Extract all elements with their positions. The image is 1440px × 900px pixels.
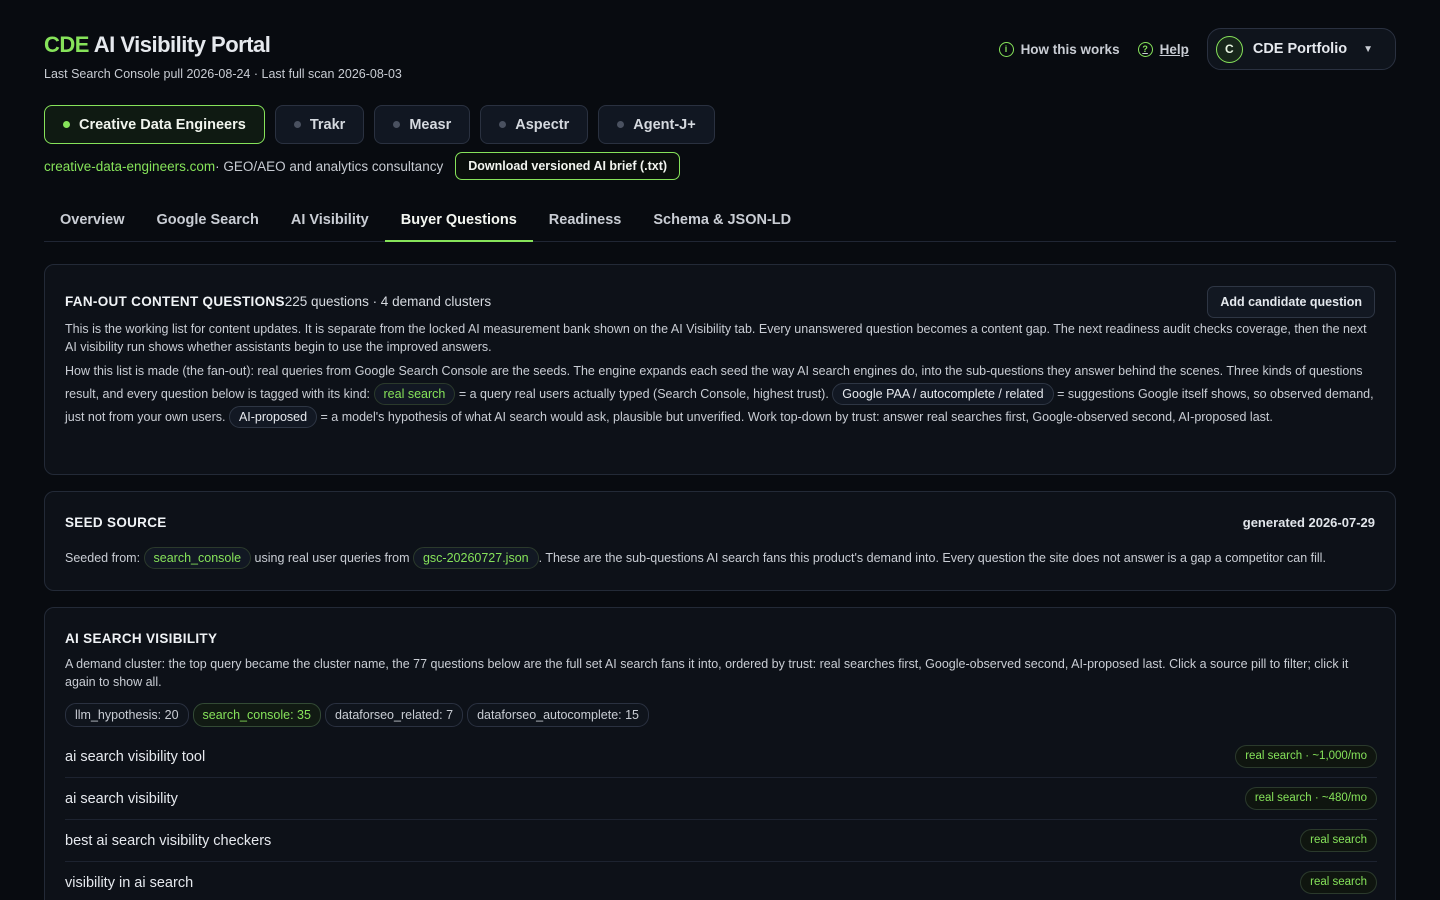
project-label: Measr bbox=[409, 116, 452, 133]
project-trakr[interactable]: Trakr bbox=[274, 105, 365, 144]
question-text: best ai search visibility checkers bbox=[65, 832, 272, 849]
last-sync-status: Last Search Console pull 2026-08-24 · La… bbox=[44, 67, 402, 81]
help-label: Help bbox=[1159, 41, 1189, 57]
question-text: visibility in ai search bbox=[65, 874, 194, 891]
status-dot-icon bbox=[393, 121, 401, 128]
status-dot-icon bbox=[617, 121, 625, 128]
status-dot-icon bbox=[63, 121, 70, 128]
question-text: ai search visibility tool bbox=[65, 748, 206, 765]
seed-description: Seeded from: search_console using real u… bbox=[65, 547, 1326, 569]
tab-buyer-questions[interactable]: Buyer Questions bbox=[384, 200, 533, 242]
project-label: Agent-J+ bbox=[633, 116, 696, 133]
question-icon: ? bbox=[1137, 41, 1153, 57]
fanout-header: FAN-OUT CONTENT QUESTIONS 225 questions … bbox=[65, 294, 491, 309]
cluster-title: AI SEARCH VISIBILITY bbox=[65, 631, 218, 646]
seed-source-title: SEED SOURCE bbox=[65, 515, 167, 530]
question-text: ai search visibility bbox=[65, 790, 178, 807]
info-icon: i bbox=[998, 41, 1014, 57]
brand-name: AI Visibility Portal bbox=[93, 32, 271, 57]
project-tabs: Creative Data Engineers Trakr Measr Aspe… bbox=[44, 105, 715, 144]
seed-source-pill: search_console bbox=[143, 547, 252, 569]
real-search-pill: real search bbox=[373, 383, 456, 405]
ai-proposed-pill: AI-proposed bbox=[228, 406, 318, 428]
tab-overview[interactable]: Overview bbox=[44, 200, 141, 242]
source-filters: llm_hypothesis: 20 search_console: 35 da… bbox=[65, 703, 649, 727]
tab-schema-json-ld[interactable]: Schema & JSON-LD bbox=[637, 200, 807, 242]
filter-search-console[interactable]: search_console: 35 bbox=[192, 703, 321, 727]
list-item[interactable]: best ai search visibility checkers real … bbox=[65, 820, 1377, 862]
source-badge: real search · ~1,000/mo bbox=[1235, 745, 1377, 768]
app-title: CDE AI Visibility Portal bbox=[44, 32, 271, 58]
avatar: C bbox=[1215, 35, 1243, 63]
project-agent-j[interactable]: Agent-J+ bbox=[598, 105, 715, 144]
download-brief-button[interactable]: Download versioned AI brief (.txt) bbox=[455, 152, 681, 180]
site-link[interactable]: creative-data-engineers.com bbox=[44, 159, 215, 174]
list-item[interactable]: ai search visibility tool real search · … bbox=[65, 736, 1377, 778]
project-label: Creative Data Engineers bbox=[79, 116, 246, 133]
seed-text: using real user queries from bbox=[251, 551, 413, 565]
tab-readiness[interactable]: Readiness bbox=[533, 200, 638, 242]
add-candidate-question-button[interactable]: Add candidate question bbox=[1207, 286, 1375, 318]
list-item[interactable]: visibility in ai search real search bbox=[65, 862, 1377, 900]
project-measr[interactable]: Measr bbox=[374, 105, 471, 144]
main-tabs: Overview Google Search AI Visibility Buy… bbox=[44, 200, 1396, 242]
how-this-works-link[interactable]: i How this works bbox=[998, 41, 1120, 57]
seed-generated-date: generated 2026-07-29 bbox=[1242, 515, 1375, 530]
filter-dataforseo-autocomplete[interactable]: dataforseo_autocomplete: 15 bbox=[467, 703, 649, 727]
seed-source-card: SEED SOURCE generated 2026-07-29 Seeded … bbox=[44, 491, 1396, 591]
seed-file-pill: gsc-20260727.json bbox=[412, 547, 539, 569]
portfolio-label: CDE Portfolio bbox=[1252, 41, 1348, 57]
tab-ai-visibility[interactable]: AI Visibility bbox=[275, 200, 385, 242]
google-pill: Google PAA / autocomplete / related bbox=[832, 383, 1054, 405]
cluster-card: AI SEARCH VISIBILITY A demand cluster: t… bbox=[44, 607, 1396, 900]
source-badge: real search bbox=[1300, 871, 1377, 894]
status-dot-icon bbox=[293, 121, 301, 128]
project-aspectr[interactable]: Aspectr bbox=[480, 105, 589, 144]
chevron-down-icon: ▼ bbox=[1363, 43, 1373, 55]
seed-text: . These are the sub-questions AI search … bbox=[538, 551, 1326, 565]
tab-google-search[interactable]: Google Search bbox=[141, 200, 275, 242]
project-label: Aspectr bbox=[515, 116, 570, 133]
filter-llm-hypothesis[interactable]: llm_hypothesis: 20 bbox=[65, 703, 189, 727]
top-actions: i How this works ? Help C CDE Portfolio … bbox=[998, 28, 1396, 70]
site-info: creative-data-engineers.com · GEO/AEO an… bbox=[44, 152, 681, 180]
fanout-meta: 225 questions · 4 demand clusters bbox=[284, 294, 492, 309]
status-dot-icon bbox=[499, 121, 507, 128]
how-this-works-label: How this works bbox=[1020, 41, 1120, 57]
portfolio-switcher[interactable]: C CDE Portfolio ▼ bbox=[1206, 28, 1396, 70]
cluster-description: A demand cluster: the top query became t… bbox=[65, 657, 1349, 689]
fanout-title: FAN-OUT CONTENT QUESTIONS bbox=[65, 294, 285, 309]
project-label: Trakr bbox=[309, 116, 346, 133]
fanout-intro: This is the working list for content upd… bbox=[65, 322, 1367, 354]
fanout-card: FAN-OUT CONTENT QUESTIONS 225 questions … bbox=[44, 264, 1396, 475]
explainer-text: = a query real users actually typed (Sea… bbox=[455, 387, 833, 401]
question-list: ai search visibility tool real search · … bbox=[65, 736, 1377, 900]
fanout-explainer: How this list is made (the fan-out): rea… bbox=[65, 360, 1377, 429]
source-badge: real search · ~480/mo bbox=[1244, 787, 1377, 810]
seed-text: Seeded from: bbox=[65, 551, 144, 565]
filter-dataforseo-related[interactable]: dataforseo_related: 7 bbox=[324, 703, 464, 727]
help-link[interactable]: ? Help bbox=[1137, 41, 1189, 57]
list-item[interactable]: ai search visibility real search · ~480/… bbox=[65, 778, 1377, 820]
site-description: · GEO/AEO and analytics consultancy bbox=[215, 158, 444, 174]
project-creative-data-engineers[interactable]: Creative Data Engineers bbox=[44, 105, 265, 144]
brand-accent: CDE bbox=[44, 32, 89, 57]
explainer-text: = a model's hypothesis of what AI search… bbox=[317, 410, 1273, 424]
source-badge: real search bbox=[1300, 829, 1377, 852]
